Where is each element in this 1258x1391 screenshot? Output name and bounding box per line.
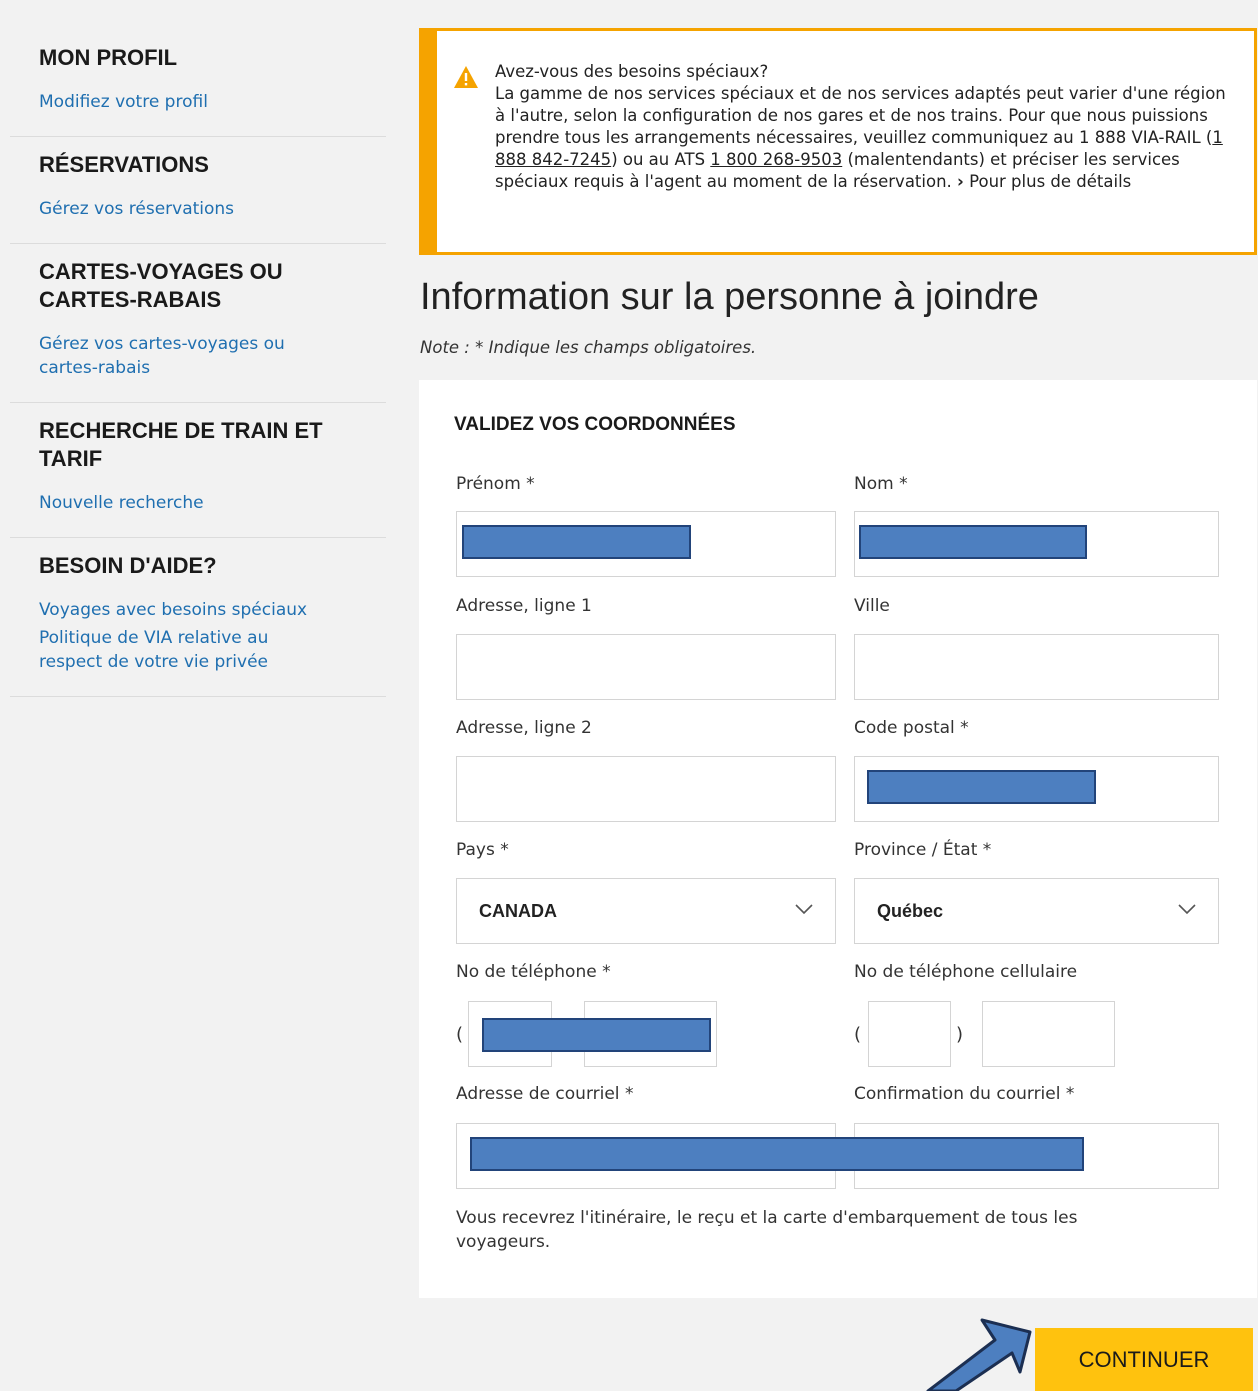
email-confirm-label: Confirmation du courriel *	[854, 1084, 1075, 1104]
redaction-last-name	[859, 525, 1087, 559]
province-select[interactable]: Québec	[854, 878, 1219, 944]
first-name-label: Prénom *	[456, 474, 535, 494]
email-label: Adresse de courriel *	[456, 1084, 634, 1104]
address2-label: Adresse, ligne 2	[456, 718, 592, 738]
address2-field[interactable]	[456, 756, 836, 822]
mobile-paren-open: (	[854, 1024, 862, 1045]
mobile-number-field[interactable]	[982, 1001, 1115, 1067]
sidebar-link-privacy-policy[interactable]: Politique de VIA relative au respect de …	[39, 626, 299, 674]
sidebar-link-manage-reservations[interactable]: Gérez vos réservations	[39, 197, 356, 221]
province-label: Province / État *	[854, 840, 992, 860]
required-fields-note: Note : * Indique les champs obligatoires…	[420, 338, 757, 357]
chevron-down-icon	[795, 904, 813, 915]
sidebar-heading-passes: CARTES-VOYAGES OU CARTES-RABAIS	[39, 259, 283, 312]
phone-label: No de téléphone *	[456, 962, 611, 982]
last-name-label: Nom *	[854, 474, 908, 494]
sidebar-heading-help: BESOIN D'AIDE?	[39, 553, 217, 578]
sidebar-link-manage-passes[interactable]: Gérez vos cartes-voyages ou cartes-rabai…	[39, 332, 329, 380]
province-select-value: Québec	[877, 900, 944, 921]
sidebar-section-reservations: RÉSERVATIONS Gérez vos réservations	[10, 137, 386, 244]
mobile-paren-close: )	[956, 1024, 964, 1045]
phone-link-ats[interactable]: 1 800 268-9503	[710, 150, 842, 169]
phone-paren-open: (	[456, 1024, 464, 1045]
special-needs-notice: Avez-vous des besoins spéciaux? La gamme…	[419, 28, 1257, 255]
redaction-postal-code	[867, 770, 1096, 804]
chevron-down-icon	[1178, 904, 1196, 915]
sidebar-heading-profile: MON PROFIL	[39, 45, 178, 70]
postal-code-label: Code postal *	[854, 718, 969, 738]
itinerary-hint: Vous recevrez l'itinéraire, le reçu et l…	[456, 1208, 1078, 1252]
redaction-email	[470, 1137, 1084, 1171]
city-label: Ville	[854, 596, 890, 616]
address1-field[interactable]	[456, 634, 836, 700]
continue-button[interactable]: CONTINUER	[1035, 1328, 1253, 1391]
sidebar-link-edit-profile[interactable]: Modifiez votre profil	[39, 90, 356, 114]
sidebar-heading-reservations: RÉSERVATIONS	[39, 152, 209, 177]
chevron-right-icon: ›	[957, 172, 964, 191]
warning-icon	[454, 66, 478, 88]
account-sidebar: MON PROFIL Modifiez votre profil RÉSERVA…	[10, 30, 386, 697]
redaction-first-name	[462, 525, 691, 559]
sidebar-section-search: RECHERCHE DE TRAIN ET TARIF Nouvelle rec…	[10, 403, 386, 538]
city-field[interactable]	[854, 634, 1219, 700]
address1-label: Adresse, ligne 1	[456, 596, 592, 616]
page-title: Information sur la personne à joindre	[420, 276, 1039, 318]
pointer-arrow-icon	[926, 1318, 1032, 1391]
notice-title: Avez-vous des besoins spéciaux?	[495, 62, 769, 81]
mobile-area-code-field[interactable]	[868, 1001, 951, 1067]
more-details-link[interactable]: › Pour plus de détails	[957, 172, 1131, 191]
sidebar-section-help: BESOIN D'AIDE? Voyages avec besoins spéc…	[10, 538, 386, 697]
sidebar-section-profile: MON PROFIL Modifiez votre profil	[10, 30, 386, 137]
sidebar-link-special-needs[interactable]: Voyages avec besoins spéciaux	[39, 598, 356, 622]
country-select-value: CANADA	[479, 900, 557, 921]
country-label: Pays *	[456, 840, 509, 860]
notice-body: La gamme de nos services spéciaux et de …	[495, 84, 1226, 191]
redaction-phone	[482, 1018, 711, 1052]
sidebar-section-passes: CARTES-VOYAGES OU CARTES-RABAIS Gérez vo…	[10, 244, 386, 403]
contact-form: VALIDEZ VOS COORDONNÉES Prénom * Nom * A…	[419, 380, 1257, 1298]
sidebar-heading-search: RECHERCHE DE TRAIN ET TARIF	[39, 418, 323, 471]
mobile-label: No de téléphone cellulaire	[854, 962, 1078, 982]
form-heading: VALIDEZ VOS COORDONNÉES	[454, 414, 736, 435]
country-select[interactable]: CANADA	[456, 878, 836, 944]
sidebar-link-new-search[interactable]: Nouvelle recherche	[39, 491, 356, 515]
